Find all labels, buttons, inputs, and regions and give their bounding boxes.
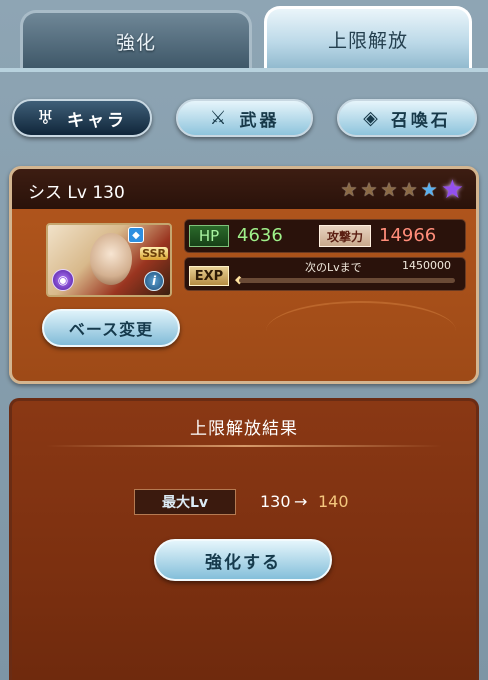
- level-label: Lv: [67, 183, 87, 203]
- character-level: 130: [92, 183, 125, 203]
- enhance-button[interactable]: 強化する: [154, 539, 332, 581]
- exp-panel: EXP 次のLvまで 1450000 ◆: [184, 257, 466, 291]
- attack-value: 14966: [379, 225, 437, 246]
- character-portrait[interactable]: ◆ SSR ◉ i: [46, 223, 172, 297]
- star-icon: ★: [380, 179, 398, 201]
- category-weapon-label: 武器: [239, 110, 280, 131]
- character-card: シス Lv 130 ★ ★ ★ ★ ★ ★ ◆ SSR ◉ i HP 4636 …: [9, 166, 479, 384]
- character-name: シス: [28, 183, 62, 203]
- limit-break-result-panel: 上限解放結果 最大Lv 130 → 140 強化する: [9, 398, 479, 680]
- star-icon: ★: [360, 179, 378, 201]
- category-chara-button[interactable]: ♅ キャラ: [12, 99, 152, 137]
- uncap-stars: ★ ★ ★ ★ ★ ★: [340, 175, 464, 205]
- tab-enhance-label: 強化: [115, 32, 156, 54]
- category-chara-label: キャラ: [67, 110, 128, 131]
- tab-limit-break-label: 上限解放: [327, 30, 408, 52]
- tab-limit-break[interactable]: 上限解放: [264, 6, 472, 70]
- element-orb-icon: ◉: [52, 269, 74, 291]
- category-summon-button[interactable]: ◈ 召喚石: [337, 99, 477, 137]
- base-change-button[interactable]: ベース変更: [42, 309, 180, 347]
- category-weapon-button[interactable]: ⚔ 武器: [176, 99, 313, 137]
- result-divider: [46, 445, 442, 447]
- card-ornament: [266, 301, 456, 361]
- attack-label: 攻撃力: [319, 225, 371, 247]
- right-arrow-icon: →: [294, 492, 308, 511]
- category-summon-label: 召喚石: [390, 110, 451, 131]
- info-icon[interactable]: i: [144, 271, 164, 291]
- tab-bar: 強化 上限解放: [0, 0, 488, 72]
- character-name-level: シス Lv 130: [28, 178, 125, 203]
- star-purple-icon: ★: [440, 175, 464, 205]
- character-card-header: シス Lv 130 ★ ★ ★ ★ ★ ★: [12, 169, 476, 209]
- enhance-button-label: 強化する: [205, 552, 281, 573]
- next-level-exp: 1450000: [402, 259, 451, 272]
- exp-bar: [239, 278, 455, 283]
- next-level-label: 次のLvまで: [305, 261, 362, 274]
- hp-value: 4636: [237, 225, 283, 246]
- max-level-label: 最大Lv: [134, 489, 236, 515]
- exp-label: EXP: [189, 266, 229, 286]
- water-element-icon: ◆: [128, 227, 144, 243]
- star-blue-icon: ★: [420, 179, 438, 201]
- hp-label: HP: [189, 225, 229, 247]
- crossed-swords-icon: ⚔: [209, 107, 230, 129]
- portrait-face: [90, 233, 132, 285]
- tab-underline: [0, 68, 488, 72]
- character-crest-icon: ♅: [36, 107, 58, 129]
- max-level-to: 140: [318, 492, 349, 511]
- max-level-from: 130: [260, 492, 291, 511]
- stat-panel: HP 4636 攻撃力 14966: [184, 219, 466, 253]
- result-title: 上限解放結果: [190, 419, 298, 439]
- star-icon: ★: [400, 179, 418, 201]
- star-icon: ★: [340, 179, 358, 201]
- base-change-label: ベース変更: [68, 320, 154, 339]
- tab-enhance[interactable]: 強化: [20, 10, 252, 70]
- crystal-icon: ◈: [363, 107, 381, 129]
- rarity-badge: SSR: [140, 247, 168, 260]
